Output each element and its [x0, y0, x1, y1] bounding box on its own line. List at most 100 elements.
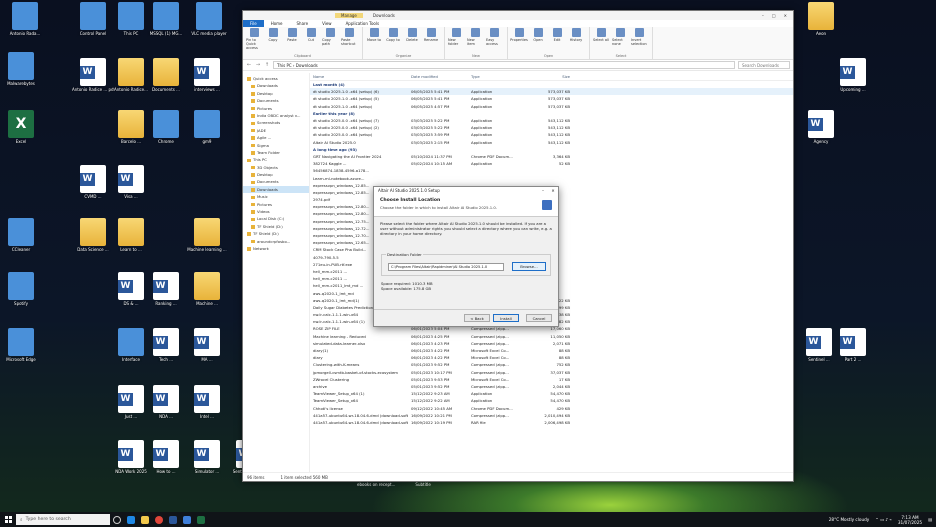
column-header-3[interactable]: Size	[526, 74, 574, 79]
desktop-icon[interactable]: Antonio Rada...	[4, 2, 46, 48]
ribbon-button[interactable]: Select all	[593, 28, 609, 46]
ribbon-button[interactable]: Paste	[284, 28, 300, 50]
desktop-file-label[interactable]: ebooks on recept...	[357, 482, 395, 487]
nav-item[interactable]: Local Disk (C:)	[243, 215, 309, 222]
ribbon-button[interactable]: Move to	[366, 28, 382, 42]
ribbon-button[interactable]: Easy access	[486, 28, 502, 46]
cancel-button[interactable]: Cancel	[526, 314, 552, 322]
ribbon-button[interactable]: Edit	[549, 28, 565, 42]
desktop-icon[interactable]: Chrome	[145, 110, 187, 156]
file-row[interactable]: GRT Navigating the AI Frontier 2024 05/10…	[310, 153, 793, 160]
nav-item[interactable]: Screenshots	[243, 119, 309, 126]
file-row[interactable]: simulated-data-learner-xlsx 06/01/2023 4:…	[310, 340, 793, 347]
ribbon-button[interactable]: Properties	[510, 28, 528, 42]
desktop-icon[interactable]: Agency	[800, 110, 842, 156]
ribbon-tab[interactable]: File	[243, 20, 264, 27]
nav-item[interactable]: Network	[243, 245, 309, 252]
file-row[interactable]: 441a57-ubuntu64-wr-18.04.6-dmd (download…	[310, 419, 793, 426]
tray-icons[interactable]: ⌃ ▭ ♪ ⌁	[875, 517, 892, 522]
file-row[interactable]: diary(1) 06/01/2023 4:22 PM Microsoft Exce…	[310, 347, 793, 354]
weather-widget[interactable]: 28°C Mostly cloudy	[829, 517, 869, 522]
group-header[interactable]: Last month (4)	[310, 81, 793, 88]
desktop-icon[interactable]: Upcoming ...	[832, 58, 874, 104]
ribbon-button[interactable]: Copy path	[322, 28, 338, 50]
chrome-icon[interactable]	[152, 512, 166, 527]
file-row[interactable]: diary 06/01/2023 4:22 PM Microsoft Excel C…	[310, 354, 793, 361]
dialog-minimize-icon[interactable]: –	[538, 187, 548, 195]
file-row[interactable]: Machine learning - Reduced 06/01/2023 4:2…	[310, 333, 793, 340]
desktop-icon[interactable]: interviews ...	[186, 58, 228, 104]
clock[interactable]: 7:13 AM 31/07/2025	[898, 515, 922, 525]
excel-icon[interactable]	[194, 512, 208, 527]
column-header-2[interactable]: Type	[468, 74, 526, 79]
desktop-icon[interactable]: Malwarebytes	[0, 52, 42, 98]
nav-item[interactable]: Downloads	[243, 185, 309, 194]
file-row[interactable]: Altair AI Studio 2025.0 03/03/2025 2:15 P…	[310, 139, 793, 146]
file-row[interactable]: TeamViewer_Setup_x64 15/12/2022 9:22 AM Ap…	[310, 397, 793, 404]
desktop-icon[interactable]: VLC media player	[188, 2, 230, 48]
file-row[interactable]: dt studio 2025.0.0 -x64 (setup) (7) 03/03…	[310, 117, 793, 124]
back-button[interactable]: < Back	[464, 314, 490, 322]
word-icon[interactable]	[166, 512, 180, 527]
ribbon-button[interactable]: Pin to Quick access	[246, 28, 262, 50]
nav-item[interactable]: Quick access	[243, 75, 309, 82]
ribbon-button[interactable]: New item	[467, 28, 483, 46]
ribbon-button[interactable]: Open	[530, 28, 546, 42]
desktop-icon[interactable]: Aeon	[800, 2, 842, 48]
ribbon-button[interactable]: Copy to	[385, 28, 401, 42]
file-row[interactable]: archive 05/01/2023 9:52 PM Compressed (zip…	[310, 383, 793, 390]
desktop-icon[interactable]: Intel ...	[186, 385, 228, 431]
ribbon-button[interactable]: Select none	[612, 28, 628, 46]
nav-item[interactable]: Downloads	[243, 82, 309, 89]
nav-item[interactable]: JADE	[243, 127, 309, 134]
desktop-icon[interactable]: CVMD ...	[72, 165, 114, 211]
ribbon-tab[interactable]: View	[315, 21, 339, 26]
notification-icon[interactable]: ▤	[928, 517, 932, 522]
file-row[interactable]: Clustering-with-K-means 05/01/2023 9:52 P…	[310, 361, 793, 368]
desktop-icon[interactable]: Antonio Radice ... pdf	[72, 58, 114, 104]
file-row[interactable]: 382724 Kaggle ... 05/02/2024 10:15 AM Appl…	[310, 160, 793, 167]
desktop-icon[interactable]: How to ...	[145, 440, 187, 486]
desktop-icon[interactable]: Machine learning ...	[186, 218, 228, 264]
taskbar-search[interactable]: ⌕ Type here to search	[16, 514, 110, 525]
desktop-icon[interactable]: Ranking ...	[145, 272, 187, 318]
nav-item[interactable]: aroundcrpfosbo...	[243, 238, 309, 245]
nav-item[interactable]: Documents	[243, 178, 309, 185]
nav-item[interactable]: TF Shield (D:)	[243, 230, 309, 237]
file-row[interactable]: Learn-ml-notebook-azure...	[310, 174, 793, 181]
desktop-icon[interactable]: Control Panel	[72, 2, 114, 48]
nav-item[interactable]: Music	[243, 193, 309, 200]
nav-item[interactable]: India OBDC analyst v...	[243, 112, 309, 119]
start-button[interactable]	[0, 512, 16, 527]
file-row[interactable]: dt studio 2025.0.0 -x64 (setup) (2) 03/03…	[310, 124, 793, 131]
dialog-close-icon[interactable]: ✕	[548, 187, 558, 195]
browse-button[interactable]: Browse...	[512, 262, 546, 271]
nav-item[interactable]: Desktop	[243, 171, 309, 178]
manage-tab-label[interactable]: Manage	[335, 13, 363, 18]
ribbon-button[interactable]: Paste shortcut	[341, 28, 357, 50]
ribbon-tab[interactable]: Home	[264, 21, 290, 26]
install-button[interactable]: Install	[493, 314, 519, 322]
nav-item[interactable]: 3D Objects	[243, 164, 309, 171]
destination-folder-input[interactable]: C:\Program Files\Altair\Rapidminer\AI St…	[388, 263, 504, 271]
group-header[interactable]: A long time ago (93)	[310, 146, 793, 153]
group-header[interactable]: Earlier this year (8)	[310, 110, 793, 117]
nav-item[interactable]: Pictures	[243, 201, 309, 208]
minimize-icon[interactable]: –	[762, 13, 764, 18]
desktop-icon[interactable]: Spotify	[0, 272, 42, 318]
nav-item[interactable]: TF Shield (D:)	[243, 223, 309, 230]
file-row[interactable]: 56456874-1838-4596-a178...	[310, 167, 793, 174]
desktop-icon[interactable]: Tech ...	[145, 328, 187, 374]
nav-item[interactable]: Desktop	[243, 90, 309, 97]
desktop-file-label[interactable]: Subtitle	[415, 482, 430, 487]
ribbon-button[interactable]: Invert selection	[631, 28, 647, 46]
nav-item[interactable]: This PC	[243, 156, 309, 163]
ribbon-button[interactable]: Copy	[265, 28, 281, 50]
desktop-icon[interactable]: NDA ...	[145, 385, 187, 431]
search-input[interactable]: Search Downloads	[738, 61, 790, 69]
desktop-icon[interactable]: Simulator ...	[186, 440, 228, 486]
file-row[interactable]: Chhoti's license 09/12/2022 10:45 AM Chrom…	[310, 404, 793, 411]
file-row[interactable]: jpmorgell-csmtb-basket-of-stocks-ecosyst…	[310, 369, 793, 376]
file-row[interactable]: TeamViewer_Setup_x64 (1) 15/12/2022 9:23 …	[310, 390, 793, 397]
desktop-icon[interactable]: MA ...	[186, 328, 228, 374]
